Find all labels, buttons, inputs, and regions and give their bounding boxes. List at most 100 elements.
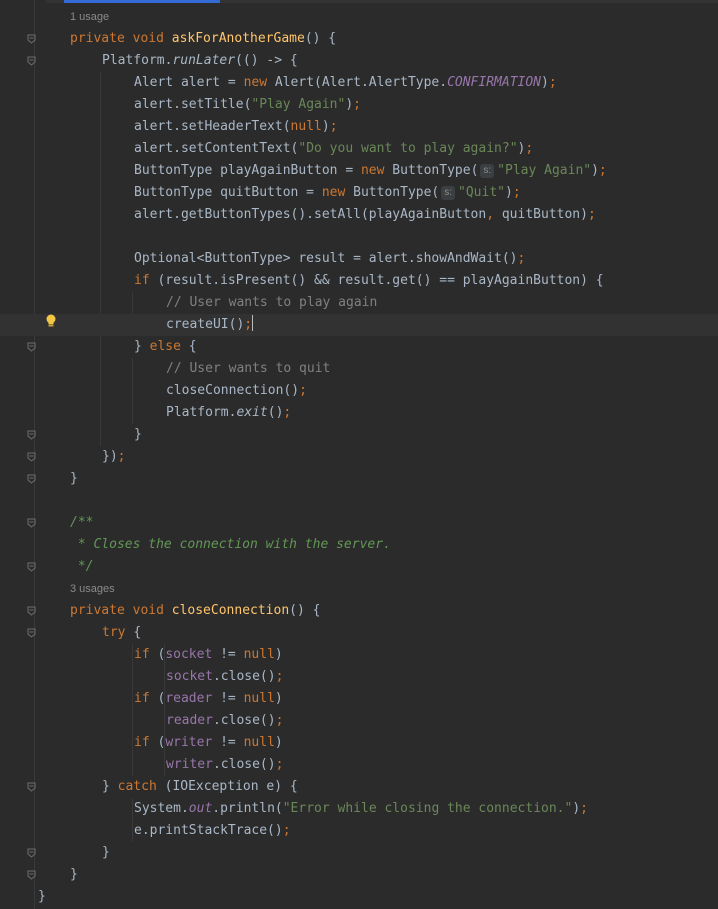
code-token: ) (541, 75, 549, 90)
scroll-position-indicator (64, 0, 220, 3)
code-token: } (102, 779, 118, 794)
code-line: // User wants to play again (0, 292, 718, 314)
code-text: } (38, 886, 46, 908)
code-token: closeConnection (171, 603, 290, 618)
code-line: ButtonType quitButton = new ButtonType(s… (0, 182, 718, 204)
code-token: createUI() (166, 317, 245, 332)
code-token: { (188, 339, 197, 354)
code-token: Platform. (102, 53, 173, 68)
code-token: alert.setContentText( (134, 141, 299, 156)
code-token: */ (70, 559, 94, 574)
code-line: closeConnection(); (0, 380, 718, 402)
code-token: , (486, 207, 502, 222)
code-token: "Do you want to play again?" (298, 141, 518, 156)
code-text: createUI(); (166, 314, 254, 336)
usage-count-hint[interactable]: 1 usage (70, 6, 109, 28)
code-token: ) (274, 735, 283, 750)
code-token: "Error while closing the connection." (282, 801, 573, 816)
code-token: ; (275, 757, 284, 772)
code-token: alert.setHeaderText( (134, 119, 291, 134)
code-token: ) (591, 163, 599, 178)
code-editor[interactable]: 1 usage private void askForAnotherGame() … (0, 0, 718, 909)
code-token: "Quit" (458, 185, 505, 200)
code-text: private void askForAnotherGame() { (70, 28, 336, 50)
code-token: socket (166, 669, 213, 684)
code-line: if (socket != null) (0, 644, 718, 666)
code-token: out (188, 801, 213, 816)
code-line: if (result.isPresent() && result.get() =… (0, 270, 718, 292)
code-token: }) (102, 449, 118, 464)
code-token: } (38, 889, 46, 904)
code-token: askForAnotherGame (171, 31, 305, 46)
code-line: e.printStackTrace(); (0, 820, 718, 842)
code-token: ButtonType( (353, 185, 440, 200)
code-token: quitButton) (501, 207, 588, 222)
code-token: "Play Again" (497, 163, 592, 178)
code-token: null (290, 119, 322, 134)
code-line: alert.setContentText("Do you want to pla… (0, 138, 718, 160)
code-token: ButtonType quitButton = (134, 185, 322, 200)
code-text: socket.close(); (166, 666, 283, 688)
code-line: reader.close(); (0, 710, 718, 732)
code-token: else (149, 339, 189, 354)
code-token: if (134, 273, 158, 288)
code-token: } (134, 339, 150, 354)
code-token: reader (166, 713, 213, 728)
code-token: System. (134, 801, 189, 816)
code-token: null (243, 647, 275, 662)
code-text: try { (102, 622, 141, 644)
code-text: Alert alert = new Alert(Alert.AlertType.… (134, 72, 557, 94)
code-line: alert.getButtonTypes().setAll(playAgainB… (0, 204, 718, 226)
code-line: } (0, 842, 718, 864)
code-text: } (102, 842, 110, 864)
code-token: .close() (212, 757, 276, 772)
code-line: Platform.exit(); (0, 402, 718, 424)
code-text: */ (70, 556, 94, 578)
code-text: alert.setHeaderText(null); (134, 116, 338, 138)
code-token: reader (165, 691, 213, 706)
code-text: } (70, 468, 78, 490)
code-token: catch (117, 779, 165, 794)
code-text: } (70, 864, 78, 886)
code-token: ; (525, 141, 534, 156)
code-token: ; (598, 163, 607, 178)
code-text: alert.setContentText("Do you want to pla… (134, 138, 533, 160)
code-token: (IOException e) { (164, 779, 298, 794)
code-token: ; (244, 317, 253, 332)
code-token: if (134, 647, 158, 662)
code-text: } else { (134, 336, 197, 358)
code-token: alert.getButtonTypes().setAll(playAgainB… (134, 207, 487, 222)
lightbulb-icon[interactable] (45, 314, 57, 328)
code-line: } catch (IOException e) { (0, 776, 718, 798)
code-text: alert.setTitle("Play Again"); (134, 94, 361, 116)
code-token: ; (353, 97, 361, 112)
code-token: ; (275, 669, 284, 684)
code-line: writer.close(); (0, 754, 718, 776)
code-token: try (102, 625, 134, 640)
code-token: socket (165, 647, 213, 662)
usage-count-hint[interactable]: 3 usages (70, 578, 115, 600)
code-token: ; (275, 713, 284, 728)
code-token: (result.isPresent() && result.get() == p… (157, 273, 604, 288)
code-token: != (212, 647, 244, 662)
code-token: CONFIRMATION (447, 75, 541, 90)
code-token: ) (505, 185, 513, 200)
code-token: // User wants to play again (166, 295, 378, 310)
code-token: ; (283, 405, 292, 420)
code-token: alert.setTitle( (134, 97, 252, 112)
editor-top-border (0, 0, 718, 3)
code-line: } (0, 886, 718, 908)
code-token: ) (321, 119, 330, 134)
code-token: ; (587, 207, 596, 222)
code-text: // User wants to play again (166, 292, 377, 314)
code-token: "Play Again" (251, 97, 346, 112)
code-token: } (70, 867, 78, 882)
code-token: if (134, 735, 158, 750)
code-text: if (reader != null) (134, 688, 283, 710)
code-token: null (243, 691, 275, 706)
usage-hint-line: 1 usage (0, 6, 718, 28)
code-line: }); (0, 446, 718, 468)
code-line: Platform.runLater(() -> { (0, 50, 718, 72)
code-text: reader.close(); (166, 710, 283, 732)
